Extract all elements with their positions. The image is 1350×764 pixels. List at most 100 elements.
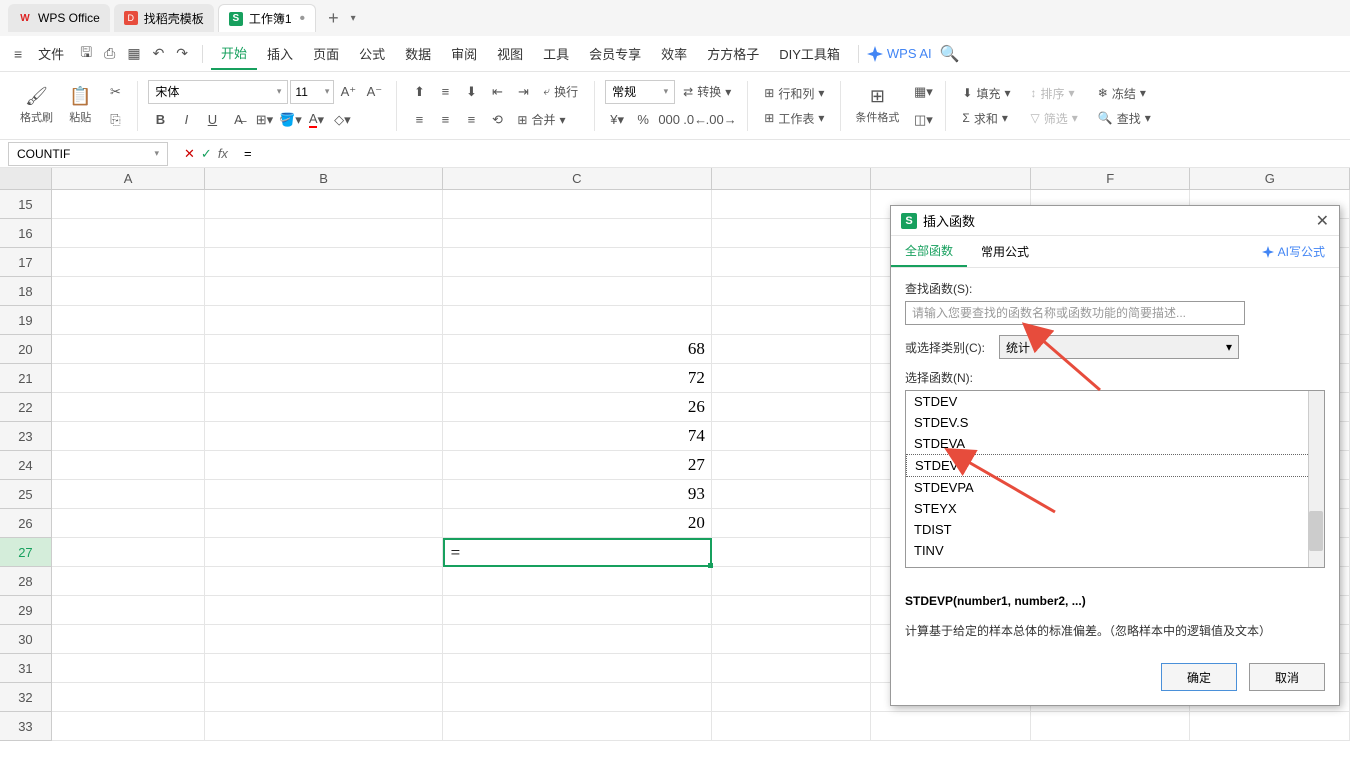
cell-style-button[interactable]: ◫▾ bbox=[911, 108, 935, 132]
cell[interactable] bbox=[712, 712, 872, 741]
function-list-item[interactable]: STDEV.S bbox=[906, 412, 1324, 433]
cell[interactable] bbox=[443, 219, 712, 248]
cell[interactable] bbox=[712, 306, 872, 335]
cell[interactable] bbox=[1031, 712, 1191, 741]
redo-icon[interactable]: ↷ bbox=[170, 41, 194, 66]
row-header[interactable]: 23 bbox=[0, 422, 52, 451]
close-icon[interactable]: ✕ bbox=[1316, 211, 1329, 231]
row-header[interactable]: 29 bbox=[0, 596, 52, 625]
row-header[interactable]: 32 bbox=[0, 683, 52, 712]
cell[interactable] bbox=[443, 567, 712, 596]
search-icon[interactable]: 🔍 bbox=[940, 44, 960, 64]
menu-view[interactable]: 视图 bbox=[487, 38, 533, 69]
menu-efficiency[interactable]: 效率 bbox=[651, 38, 697, 69]
formula-confirm-button[interactable]: ✓ bbox=[201, 146, 212, 162]
row-header[interactable]: 26 bbox=[0, 509, 52, 538]
filter-button[interactable]: ▽筛选▾ bbox=[1025, 108, 1084, 129]
col-header-b[interactable]: B bbox=[205, 168, 442, 189]
cell[interactable] bbox=[443, 596, 712, 625]
col-header[interactable] bbox=[712, 168, 872, 189]
cell[interactable] bbox=[205, 683, 442, 712]
clear-format-button[interactable]: ◇▾ bbox=[330, 108, 354, 132]
cell[interactable] bbox=[205, 219, 442, 248]
cell[interactable] bbox=[205, 712, 442, 741]
cell[interactable] bbox=[205, 190, 442, 219]
function-list-item[interactable]: STDEVP bbox=[906, 454, 1324, 477]
menu-ffgz[interactable]: 方方格子 bbox=[697, 38, 769, 69]
currency-button[interactable]: ¥▾ bbox=[605, 108, 629, 132]
border-button[interactable]: ⊞▾ bbox=[252, 108, 276, 132]
cell[interactable] bbox=[205, 393, 442, 422]
percent-button[interactable]: % bbox=[631, 108, 655, 132]
strikethrough-button[interactable]: A̶ bbox=[226, 108, 250, 132]
cell[interactable]: 74 bbox=[443, 422, 712, 451]
menu-page[interactable]: 页面 bbox=[303, 38, 349, 69]
cell[interactable] bbox=[443, 190, 712, 219]
cell[interactable] bbox=[1190, 712, 1350, 741]
cell[interactable] bbox=[443, 625, 712, 654]
row-header[interactable]: 28 bbox=[0, 567, 52, 596]
align-top-button[interactable]: ⬆ bbox=[407, 80, 431, 104]
cell[interactable] bbox=[52, 422, 206, 451]
indent-increase-button[interactable]: ⇥ bbox=[511, 80, 535, 104]
cell[interactable]: 68 bbox=[443, 335, 712, 364]
save-icon[interactable]: 🖫 bbox=[74, 38, 98, 70]
menu-data[interactable]: 数据 bbox=[395, 38, 441, 69]
scroll-thumb[interactable] bbox=[1309, 511, 1323, 551]
indent-decrease-button[interactable]: ⇤ bbox=[485, 80, 509, 104]
row-header[interactable]: 30 bbox=[0, 625, 52, 654]
cell[interactable] bbox=[52, 335, 206, 364]
cell[interactable] bbox=[443, 306, 712, 335]
menu-member[interactable]: 会员专享 bbox=[579, 38, 651, 69]
cell[interactable] bbox=[712, 190, 872, 219]
cell[interactable] bbox=[205, 306, 442, 335]
cell[interactable]: 20 bbox=[443, 509, 712, 538]
number-format-select[interactable]: 常规▾ bbox=[605, 80, 675, 104]
cell[interactable] bbox=[205, 480, 442, 509]
col-header[interactable] bbox=[871, 168, 1031, 189]
print-icon[interactable]: ⎙ bbox=[98, 41, 121, 66]
find-button[interactable]: 🔍查找▾ bbox=[1092, 108, 1157, 129]
cell[interactable] bbox=[52, 538, 206, 567]
cell[interactable]: 26 bbox=[443, 393, 712, 422]
formula-cancel-button[interactable]: ✕ bbox=[184, 146, 195, 162]
menu-insert[interactable]: 插入 bbox=[257, 38, 303, 69]
scrollbar[interactable] bbox=[1308, 391, 1324, 567]
fx-icon[interactable]: fx bbox=[218, 146, 228, 161]
cell[interactable] bbox=[52, 451, 206, 480]
col-header-g[interactable]: G bbox=[1190, 168, 1350, 189]
tab-all-functions[interactable]: 全部函数 bbox=[891, 236, 967, 267]
row-header[interactable]: 25 bbox=[0, 480, 52, 509]
align-center-button[interactable]: ≡ bbox=[433, 108, 457, 132]
function-list-item[interactable]: STEYX bbox=[906, 498, 1324, 519]
tab-common-formulas[interactable]: 常用公式 bbox=[967, 236, 1043, 267]
cell[interactable] bbox=[712, 364, 872, 393]
function-list-item[interactable]: STDEVA bbox=[906, 433, 1324, 454]
cell[interactable] bbox=[712, 335, 872, 364]
tab-dropdown[interactable]: ▾ bbox=[347, 13, 360, 24]
row-header[interactable]: 31 bbox=[0, 654, 52, 683]
increase-font-button[interactable]: A⁺ bbox=[336, 80, 360, 104]
menu-review[interactable]: 审阅 bbox=[441, 38, 487, 69]
add-tab-button[interactable]: + bbox=[320, 8, 347, 29]
cell[interactable] bbox=[871, 712, 1031, 741]
cell[interactable] bbox=[712, 538, 872, 567]
align-bottom-button[interactable]: ⬇ bbox=[459, 80, 483, 104]
cell[interactable]: = bbox=[443, 538, 712, 567]
font-color-button[interactable]: A▾ bbox=[304, 108, 328, 132]
cell[interactable] bbox=[52, 306, 206, 335]
cell[interactable] bbox=[443, 683, 712, 712]
cell[interactable] bbox=[205, 538, 442, 567]
decrease-decimal-button[interactable]: .0← bbox=[683, 108, 707, 132]
font-size-select[interactable]: 11▾ bbox=[290, 80, 334, 104]
bold-button[interactable]: B bbox=[148, 108, 172, 132]
row-header[interactable]: 33 bbox=[0, 712, 52, 741]
formula-input[interactable]: = bbox=[236, 146, 1350, 161]
convert-button[interactable]: ⇄转换▾ bbox=[677, 81, 737, 102]
cell[interactable] bbox=[712, 509, 872, 538]
italic-button[interactable]: I bbox=[174, 108, 198, 132]
row-header[interactable]: 21 bbox=[0, 364, 52, 393]
cell[interactable] bbox=[205, 654, 442, 683]
row-header[interactable]: 19 bbox=[0, 306, 52, 335]
cell[interactable] bbox=[443, 248, 712, 277]
